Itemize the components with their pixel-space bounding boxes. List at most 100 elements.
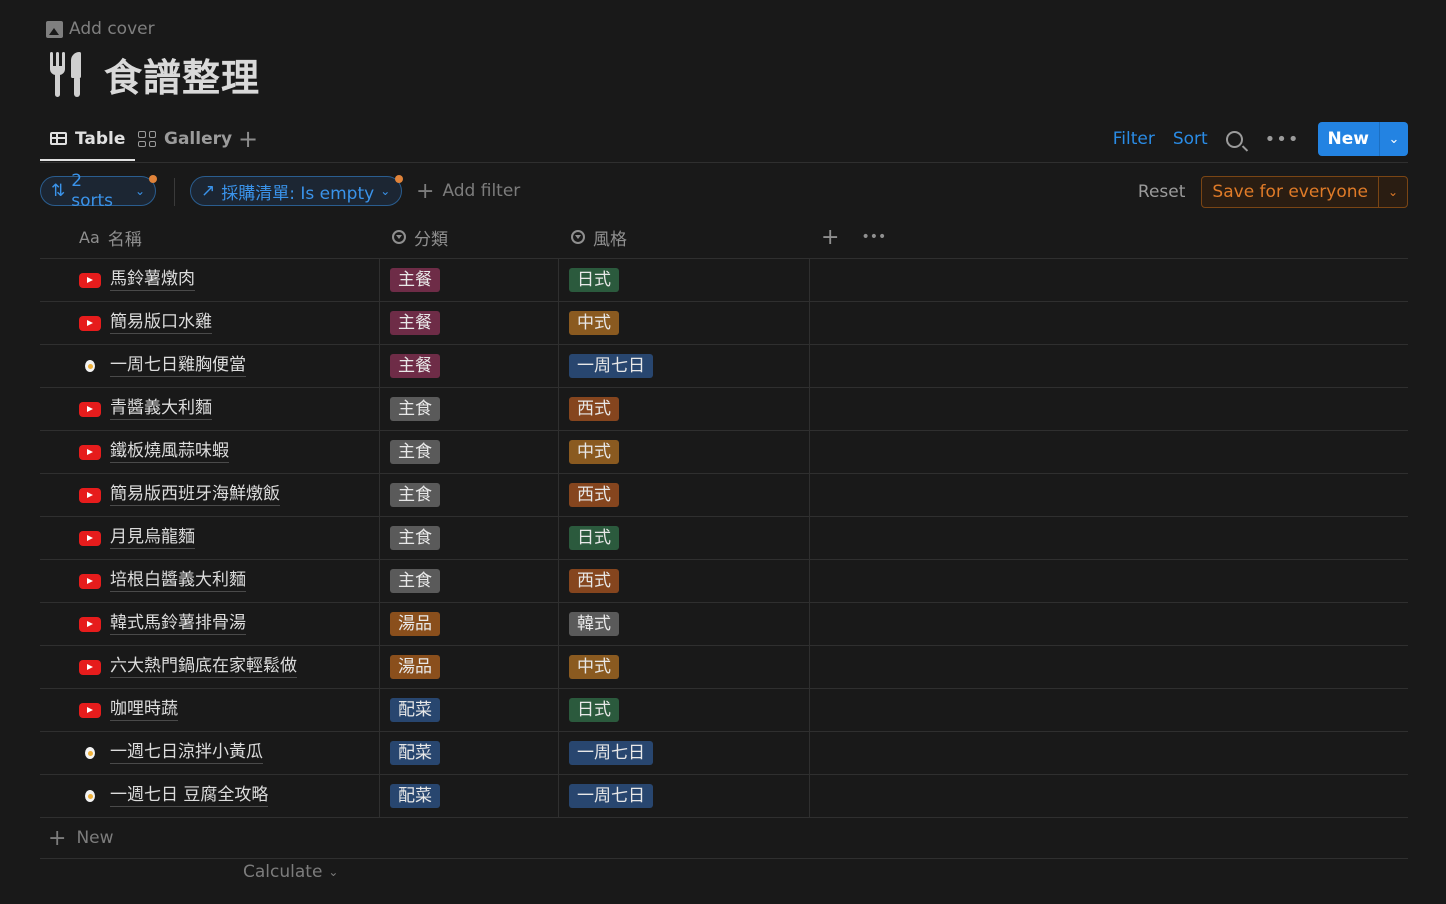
row-name[interactable]: 一週七日 豆腐全攻略 [110, 785, 269, 807]
column-header-name[interactable]: Aa 名稱 [40, 216, 380, 258]
style-cell[interactable]: 日式 [559, 259, 810, 301]
table-row[interactable]: 一週七日涼拌小黃瓜 配菜 一周七日 [40, 732, 1408, 775]
row-name[interactable]: 一周七日雞胸便當 [110, 355, 246, 377]
category-cell[interactable]: 配菜 [380, 732, 559, 774]
calculate-label: Calculate [243, 862, 323, 882]
category-cell[interactable]: 主食 [380, 474, 559, 516]
table-row[interactable]: 韓式馬鈴薯排骨湯 湯品 韓式 [40, 603, 1408, 646]
table-row[interactable]: 咖哩時蔬 配菜 日式 [40, 689, 1408, 732]
column-header-category[interactable]: 分類 [380, 216, 559, 258]
column-header-style[interactable]: 風格 [559, 216, 809, 258]
style-cell[interactable]: 一周七日 [559, 732, 810, 774]
category-cell[interactable]: 主食 [380, 517, 559, 559]
filter-chip[interactable]: ↗ 採購清單: Is empty ⌄ [190, 175, 403, 206]
style-cell[interactable]: 一周七日 [559, 345, 810, 387]
filter-button[interactable]: Filter [1113, 129, 1155, 149]
table-row[interactable]: 月見烏龍麵 主食 日式 [40, 517, 1408, 560]
category-cell[interactable]: 主餐 [380, 259, 559, 301]
sort-button[interactable]: Sort [1173, 129, 1208, 149]
category-cell[interactable]: 湯品 [380, 646, 559, 688]
chevron-down-icon[interactable]: ⌄ [1379, 122, 1408, 156]
name-cell[interactable]: 咖哩時蔬 [40, 689, 380, 731]
name-cell[interactable]: 六大熱門鍋底在家輕鬆做 [40, 646, 380, 688]
category-cell[interactable]: 配菜 [380, 775, 559, 817]
row-name[interactable]: 馬鈴薯燉肉 [110, 269, 195, 291]
style-cell[interactable]: 一周七日 [559, 775, 810, 817]
table-row[interactable]: 鐵板燒風蒜味蝦 主食 中式 [40, 431, 1408, 474]
more-options-icon[interactable]: ••• [861, 229, 886, 245]
table-row[interactable]: 馬鈴薯燉肉 主餐 日式 [40, 259, 1408, 302]
add-cover-button[interactable]: Add cover [46, 18, 155, 40]
calculate-button[interactable]: Calculate ⌄ [243, 862, 338, 882]
sorts-label: 2 sorts [71, 171, 114, 211]
save-for-everyone-button[interactable]: Save for everyone ⌄ [1201, 176, 1408, 208]
style-cell[interactable]: 西式 [559, 388, 810, 430]
row-name[interactable]: 月見烏龍麵 [110, 527, 195, 549]
name-cell[interactable]: 韓式馬鈴薯排骨湯 [40, 603, 380, 645]
new-button[interactable]: New ⌄ [1317, 122, 1408, 156]
row-name[interactable]: 青醬義大利麵 [110, 398, 212, 420]
table-row[interactable]: 一周七日雞胸便當 主餐 一周七日 [40, 345, 1408, 388]
style-tag: 一周七日 [569, 354, 653, 378]
style-cell[interactable]: 日式 [559, 689, 810, 731]
fork-knife-icon[interactable] [48, 50, 82, 98]
add-filter-button[interactable]: + Add filter [416, 176, 520, 206]
name-cell[interactable]: 馬鈴薯燉肉 [40, 259, 380, 301]
reset-button[interactable]: Reset [1138, 182, 1186, 202]
category-cell[interactable]: 主餐 [380, 302, 559, 344]
tab-gallery[interactable]: Gallery [138, 118, 232, 160]
category-cell[interactable]: 配菜 [380, 689, 559, 731]
more-options-icon[interactable]: ••• [1265, 129, 1300, 150]
style-cell[interactable]: 韓式 [559, 603, 810, 645]
new-button-label[interactable]: New [1318, 122, 1379, 156]
tab-table[interactable]: Table [40, 118, 136, 161]
save-label[interactable]: Save for everyone [1202, 177, 1378, 207]
table-row[interactable]: 六大熱門鍋底在家輕鬆做 湯品 中式 [40, 646, 1408, 689]
add-column-icon[interactable]: + [821, 225, 839, 250]
row-name[interactable]: 簡易版口水雞 [110, 312, 212, 334]
add-view-button[interactable]: + [238, 118, 258, 160]
name-cell[interactable]: 月見烏龍麵 [40, 517, 380, 559]
row-name[interactable]: 鐵板燒風蒜味蝦 [110, 441, 229, 463]
row-name[interactable]: 培根白醬義大利麵 [110, 570, 246, 592]
new-row-button[interactable]: + New [40, 818, 1408, 859]
table-row[interactable]: 簡易版西班牙海鮮燉飯 主食 西式 [40, 474, 1408, 517]
row-name[interactable]: 六大熱門鍋底在家輕鬆做 [110, 656, 297, 678]
category-cell[interactable]: 主食 [380, 560, 559, 602]
page-title[interactable]: 食譜整理 [104, 47, 260, 102]
search-icon[interactable] [1225, 130, 1243, 148]
row-name[interactable]: 簡易版西班牙海鮮燉飯 [110, 484, 280, 506]
style-cell[interactable]: 日式 [559, 517, 810, 559]
category-cell[interactable]: 主食 [380, 388, 559, 430]
name-cell[interactable]: 一週七日 豆腐全攻略 [40, 775, 380, 817]
table-row[interactable]: 青醬義大利麵 主食 西式 [40, 388, 1408, 431]
style-cell[interactable]: 中式 [559, 646, 810, 688]
row-name[interactable]: 韓式馬鈴薯排骨湯 [110, 613, 246, 635]
style-cell[interactable]: 中式 [559, 302, 810, 344]
select-icon [571, 230, 585, 244]
style-cell[interactable]: 西式 [559, 560, 810, 602]
youtube-icon [79, 315, 101, 331]
table-row[interactable]: 簡易版口水雞 主餐 中式 [40, 302, 1408, 345]
table-row[interactable]: 一週七日 豆腐全攻略 配菜 一周七日 [40, 775, 1408, 818]
youtube-icon [79, 659, 101, 675]
name-cell[interactable]: 一週七日涼拌小黃瓜 [40, 732, 380, 774]
table-row[interactable]: 培根白醬義大利麵 主食 西式 [40, 560, 1408, 603]
name-cell[interactable]: 簡易版西班牙海鮮燉飯 [40, 474, 380, 516]
category-cell[interactable]: 湯品 [380, 603, 559, 645]
image-icon [46, 20, 63, 38]
category-cell[interactable]: 主食 [380, 431, 559, 473]
category-cell[interactable]: 主餐 [380, 345, 559, 387]
row-name[interactable]: 一週七日涼拌小黃瓜 [110, 742, 263, 764]
row-name[interactable]: 咖哩時蔬 [110, 699, 178, 721]
name-cell[interactable]: 一周七日雞胸便當 [40, 345, 380, 387]
name-cell[interactable]: 鐵板燒風蒜味蝦 [40, 431, 380, 473]
chevron-down-icon[interactable]: ⌄ [1378, 177, 1407, 207]
chevron-down-icon: ⌄ [380, 184, 391, 198]
sorts-chip[interactable]: ⇅ 2 sorts ⌄ [40, 171, 157, 211]
name-cell[interactable]: 青醬義大利麵 [40, 388, 380, 430]
style-cell[interactable]: 西式 [559, 474, 810, 516]
name-cell[interactable]: 簡易版口水雞 [40, 302, 380, 344]
style-cell[interactable]: 中式 [559, 431, 810, 473]
name-cell[interactable]: 培根白醬義大利麵 [40, 560, 380, 602]
